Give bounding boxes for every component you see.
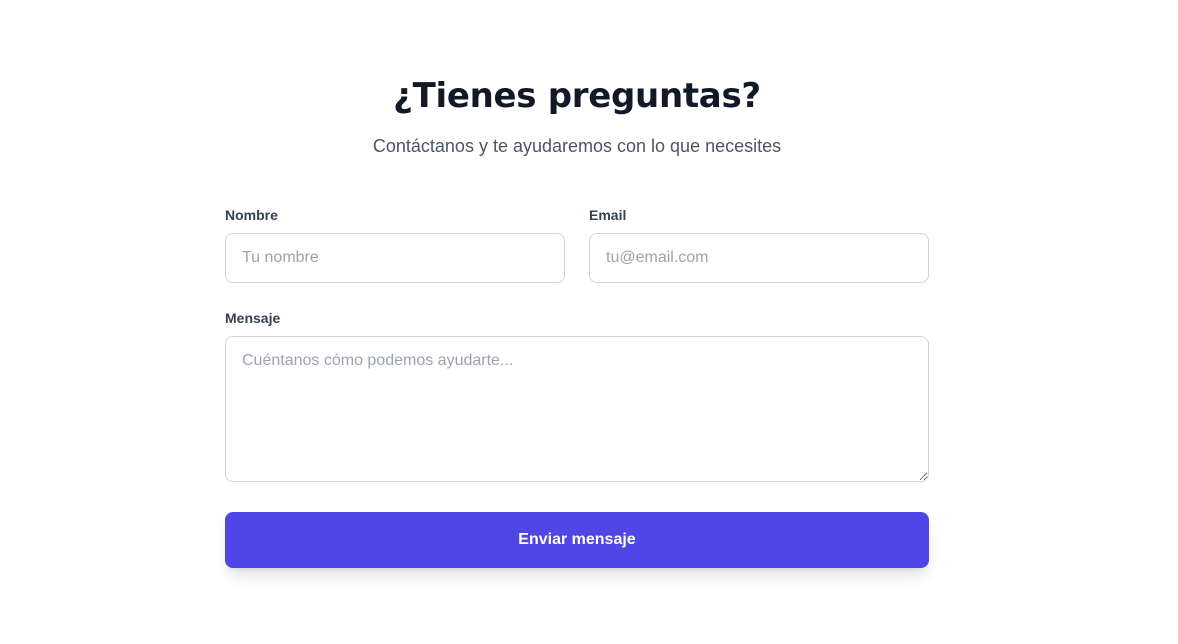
contact-header: ¿Tienes preguntas? Contáctanos y te ayud… xyxy=(0,74,1154,158)
message-label: Mensaje xyxy=(225,310,281,326)
contact-form: Nombre Email Mensaje Enviar mensaje xyxy=(225,206,929,568)
message-textarea[interactable] xyxy=(225,336,929,482)
email-label: Email xyxy=(589,207,627,223)
name-label: Nombre xyxy=(225,207,278,223)
email-input[interactable] xyxy=(589,233,929,283)
send-message-button[interactable]: Enviar mensaje xyxy=(225,512,929,568)
email-field-group: Email xyxy=(589,206,929,283)
name-email-row: Nombre Email xyxy=(225,206,929,283)
page-title: ¿Tienes preguntas? xyxy=(393,76,761,116)
name-field-group: Nombre xyxy=(225,206,565,283)
message-field-group: Mensaje xyxy=(225,309,929,482)
page-subtitle: Contáctanos y te ayudaremos con lo que n… xyxy=(372,136,782,156)
contact-page: ¿Tienes preguntas? Contáctanos y te ayud… xyxy=(0,0,1178,644)
name-input[interactable] xyxy=(225,233,565,283)
